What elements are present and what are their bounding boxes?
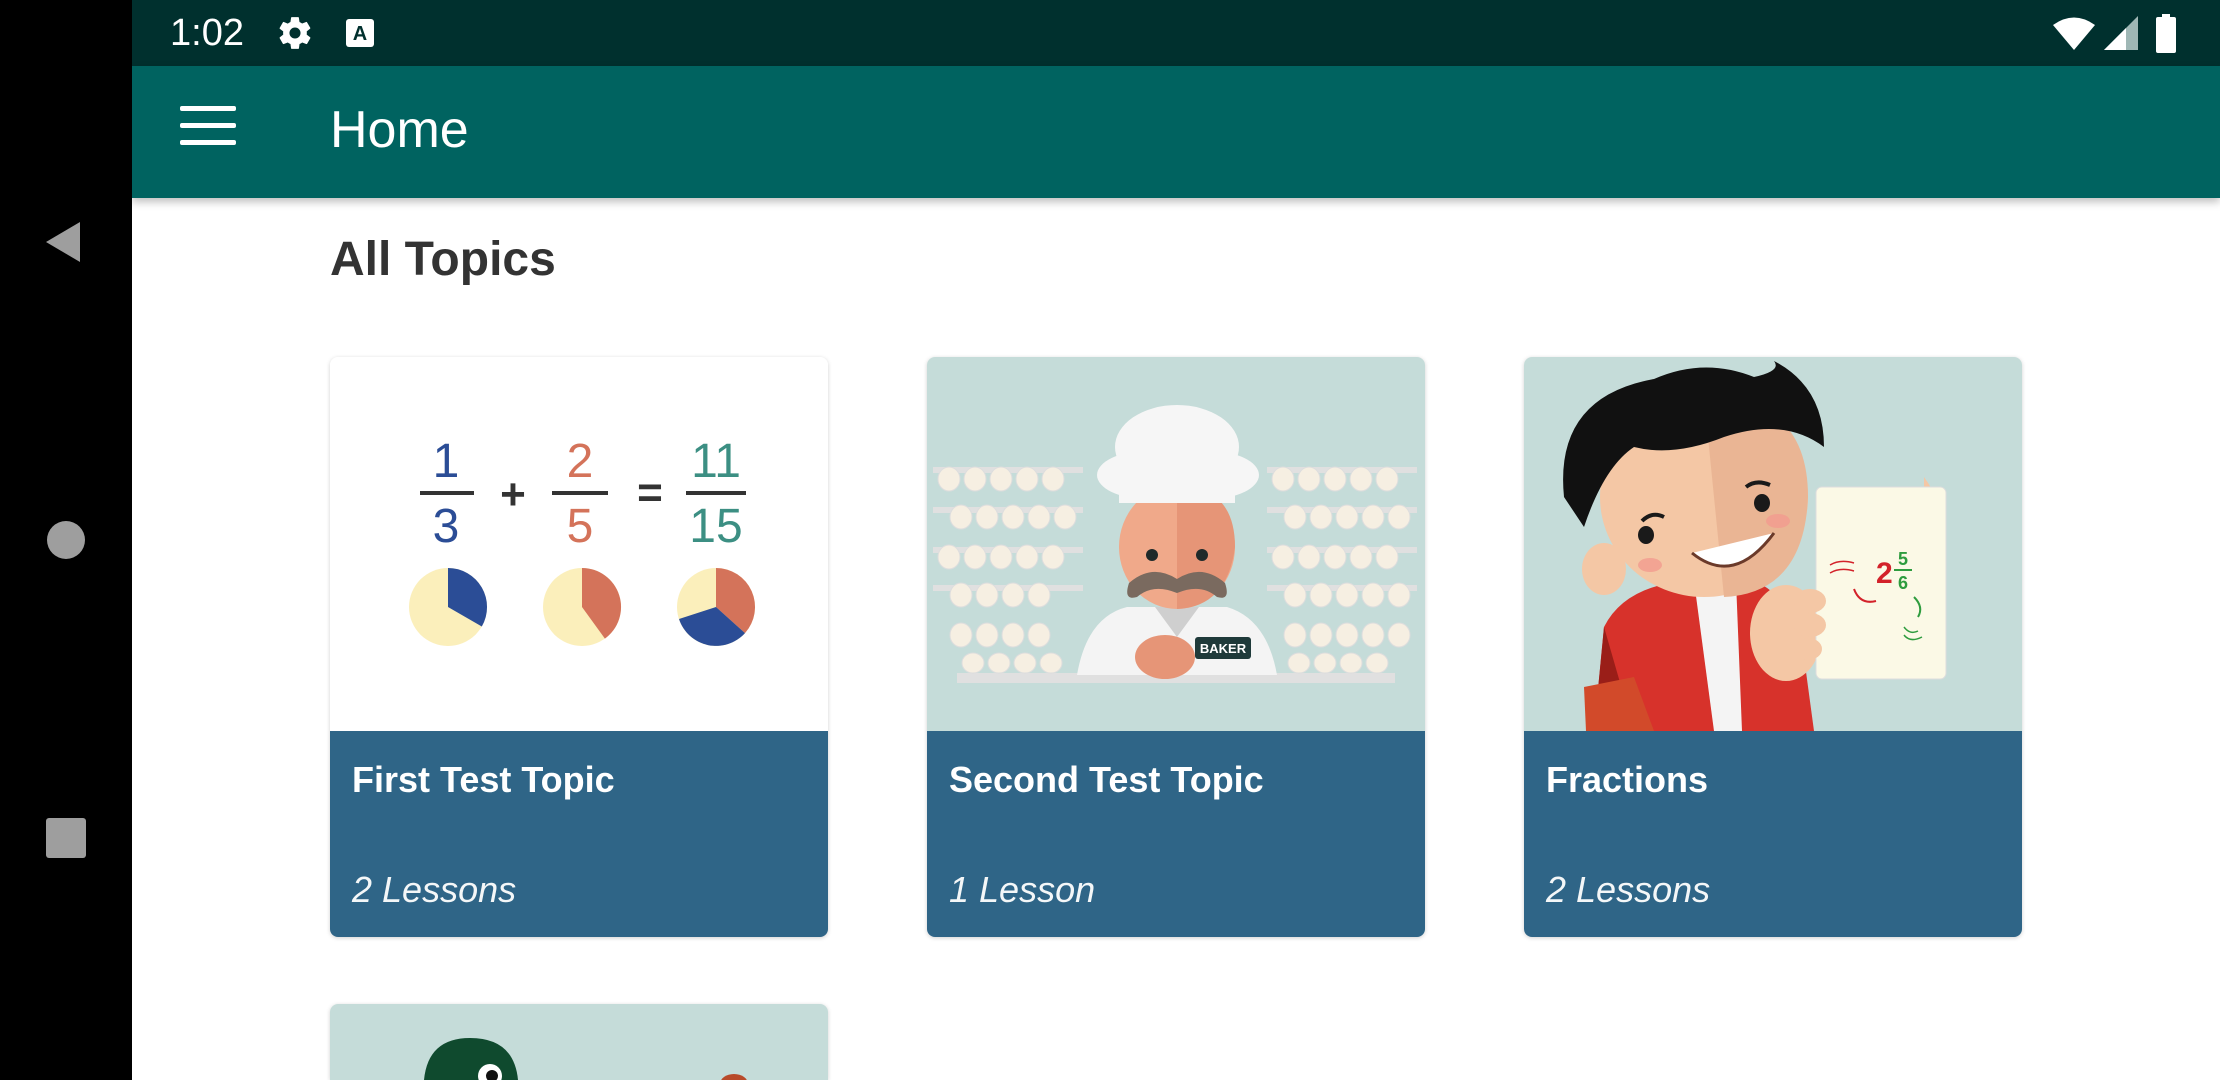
topic-card-first-test-topic[interactable]: 1 3 + 2 5 = 11 15 First Test Topic 2 Les… [330,357,828,937]
recents-square-icon[interactable] [40,812,92,864]
paper-whole-number: 2 [1876,557,1893,590]
topic-thumbnail-boy-with-paper: 2 5 6 [1524,357,2022,731]
fraction-numerator: 11 [691,435,741,488]
topic-card-footer: Second Test Topic 1 Lesson [927,731,1425,937]
fraction-denominator: 5 [567,500,594,553]
svg-text:A: A [353,23,367,45]
text-a-icon: A [346,19,374,47]
wifi-icon [2053,17,2095,50]
pie-one-third [409,568,488,646]
plus-sign: + [500,470,526,519]
equals-sign: = [637,468,663,517]
topic-lesson-count: 1 Lesson [949,869,1096,910]
topic-title: Second Test Topic [949,759,1264,800]
pie-eleven-fifteenths [677,568,756,646]
topic-card-fractions[interactable]: 2 5 6 Fractions 2 Lessons [1524,357,2022,937]
topic-card-footer: Fractions 2 Lessons [1524,731,2022,937]
fraction-numerator: 1 [433,435,460,488]
fraction-numerator: 2 [567,435,594,488]
paper-denominator: 6 [1898,573,1908,593]
topic-card-second-test-topic[interactable]: BAKER Second Test Topic 1 Lesson [927,357,1425,937]
topic-card-partial[interactable] [330,1004,828,1080]
topic-thumbnail-partial [330,1004,828,1080]
topic-thumbnail-fractions-addition: 1 3 + 2 5 = 11 15 [330,357,828,731]
paper-numerator: 5 [1898,549,1908,569]
baker-badge: BAKER [1200,641,1247,656]
fraction-denominator: 15 [689,500,742,553]
section-title: All Topics [330,233,556,286]
topic-lesson-count: 2 Lessons [1546,869,1711,910]
status-bar: 1:02 A [132,0,2220,66]
pie-two-fifths [543,568,622,646]
system-navigation-bar [0,0,132,1080]
topic-title: Fractions [1546,759,1709,800]
page-title: Home [330,101,469,159]
topic-title: First Test Topic [352,759,615,800]
back-icon[interactable] [40,216,92,268]
hamburger-menu-icon[interactable] [180,106,236,158]
fraction-denominator: 3 [433,500,460,553]
settings-icon [279,17,311,49]
battery-icon [2156,14,2176,53]
app-bar: Home [132,66,2220,198]
signal-icon [2104,16,2138,50]
home-circle-icon[interactable] [40,514,92,566]
status-time: 1:02 [170,12,244,54]
topic-thumbnail-baker: BAKER [927,357,1425,731]
topic-lesson-count: 2 Lessons [352,869,517,910]
topic-card-footer: First Test Topic 2 Lessons [330,731,828,937]
